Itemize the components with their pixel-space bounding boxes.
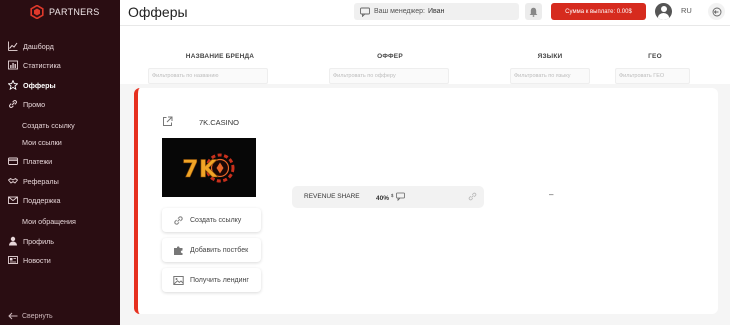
add-postback-button[interactable]: Добавить постбек xyxy=(162,238,261,262)
column-header-offer: ОФФЕР xyxy=(377,53,403,60)
manager-info[interactable]: Ваш менеджер: Иван xyxy=(354,3,519,20)
newspaper-icon xyxy=(8,256,18,264)
page-title: Офферы xyxy=(128,4,188,20)
geo-filter-input[interactable]: Фильтровать ГЕО xyxy=(615,68,690,84)
sidebar-item-profile[interactable]: Профиль xyxy=(0,234,120,248)
sidebar-item-label: Промо xyxy=(23,100,46,109)
sidebar-item-label: Дашборд xyxy=(23,42,54,51)
sidebar-item-offers[interactable]: Офферы xyxy=(0,78,120,92)
offer-filter-input[interactable]: Фильтровать по офферу xyxy=(329,68,449,84)
bell-icon xyxy=(529,7,538,17)
copy-link-icon[interactable] xyxy=(468,192,477,201)
sidebar-item-promo[interactable]: Промо xyxy=(0,97,120,111)
card-icon xyxy=(8,157,18,165)
offer-row[interactable]: REVENUE SHARE 40% $ xyxy=(292,186,484,208)
sidebar-item-create-link[interactable]: Создать ссылку xyxy=(0,118,120,132)
comment-icon[interactable] xyxy=(396,192,405,201)
image-icon xyxy=(173,275,184,285)
get-landing-button[interactable]: Получить лендинг xyxy=(162,268,261,292)
manager-label: Ваш менеджер: xyxy=(374,8,425,15)
logo-text: PARTNERS xyxy=(49,7,100,17)
collapse-sidebar-button[interactable]: Свернуть xyxy=(8,312,53,320)
brand-logo: 7K xyxy=(182,153,235,183)
sidebar-item-label: Создать ссылку xyxy=(22,121,75,130)
sidebar-item-my-tickets[interactable]: Мои обращения xyxy=(0,214,120,228)
brand-name: 7K.CASINO xyxy=(198,118,239,127)
add-postback-label: Добавить постбек xyxy=(190,246,249,254)
sidebar-item-label: Рефералы xyxy=(23,177,59,186)
column-header-geo: ГЕО xyxy=(648,53,662,60)
sidebar-item-referrals[interactable]: Рефералы xyxy=(0,174,120,188)
main-panel: НАЗВАНИЕ БРЕНДА ОФФЕР ЯЗЫКИ ГЕО Фильтров… xyxy=(120,26,730,325)
sidebar-item-my-links[interactable]: Мои ссылки xyxy=(0,135,120,149)
chat-icon xyxy=(360,7,370,17)
languages-value: – xyxy=(549,190,554,199)
offer-type: REVENUE SHARE xyxy=(304,193,360,200)
external-link-icon[interactable] xyxy=(162,116,173,127)
chart-bar-icon xyxy=(8,60,18,70)
sidebar-item-label: Мои ссылки xyxy=(22,138,62,147)
logout-button[interactable] xyxy=(708,3,725,20)
avatar-head xyxy=(660,6,667,12)
sidebar-item-statistics[interactable]: Статистика xyxy=(0,58,120,72)
column-header-brand: НАЗВАНИЕ БРЕНДА xyxy=(185,53,255,60)
manager-name: Иван xyxy=(427,8,445,15)
language-filter-input[interactable]: Фильтровать по языку xyxy=(510,68,590,84)
language-switch[interactable]: RU xyxy=(681,6,692,15)
arrow-left-icon xyxy=(8,312,18,320)
sidebar-item-label: Офферы xyxy=(23,81,56,90)
logout-icon xyxy=(712,7,721,16)
sidebar-item-payments[interactable]: Платежи xyxy=(0,154,120,168)
sidebar: PARTNERS Дашборд Статистика Офферы Промо… xyxy=(0,0,120,325)
logo-icon xyxy=(30,5,44,19)
column-header-languages: ЯЗЫКИ xyxy=(537,53,563,60)
offer-card: 7K.CASINO 7K Создать ссылку Добавить пос… xyxy=(134,88,718,314)
sidebar-item-label: Новости xyxy=(23,256,51,265)
sidebar-item-label: Платежи xyxy=(23,157,53,166)
create-link-button[interactable]: Создать ссылку xyxy=(162,208,261,232)
brand-logo-image: 7K xyxy=(162,138,256,197)
brand-column: 7K.CASINO 7K Создать ссылку Добавить пос… xyxy=(144,96,266,296)
offer-currency: $ xyxy=(390,193,394,198)
sidebar-item-support[interactable]: Поддержка xyxy=(0,193,120,207)
sidebar-item-label: Статистика xyxy=(23,61,61,70)
puzzle-icon xyxy=(174,245,183,255)
collapse-label: Свернуть xyxy=(22,312,53,320)
sidebar-item-label: Поддержка xyxy=(23,196,61,205)
avatar-body xyxy=(658,13,669,20)
star-icon xyxy=(8,80,18,90)
link-icon xyxy=(174,215,183,225)
sidebar-item-label: Мои обращения xyxy=(22,217,76,226)
handshake-icon xyxy=(8,177,18,184)
sidebar-item-label: Профиль xyxy=(23,237,55,246)
topbar: Офферы Ваш менеджер: Иван Сумма к выплат… xyxy=(120,0,730,26)
sidebar-item-dashboard[interactable]: Дашборд xyxy=(0,39,120,53)
sidebar-item-news[interactable]: Новости xyxy=(0,253,120,267)
offer-percent: 40% $ xyxy=(376,193,393,202)
brand-logo-text: 7K xyxy=(182,155,219,183)
link-icon xyxy=(9,100,17,108)
brand-filter-input[interactable]: Фильтровать по названию xyxy=(148,68,268,84)
offer-percent-value: 40% xyxy=(376,195,390,203)
create-link-label: Создать ссылку xyxy=(190,216,242,224)
get-landing-label: Получить лендинг xyxy=(190,276,249,284)
user-icon xyxy=(9,236,17,246)
logo[interactable]: PARTNERS xyxy=(30,4,100,20)
avatar[interactable] xyxy=(655,3,672,20)
envelope-icon xyxy=(8,196,18,204)
notifications-button[interactable] xyxy=(525,3,542,20)
payout-button[interactable]: Сумма к выплате: 0.00$ xyxy=(551,3,646,20)
chart-line-icon xyxy=(8,41,18,51)
